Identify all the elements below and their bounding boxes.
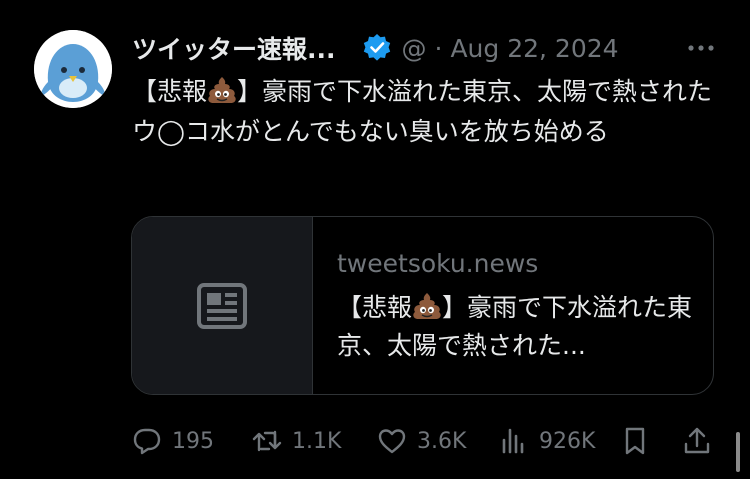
card-title-prefix: 【悲報 (337, 293, 413, 322)
pile-of-poo-emoji (413, 293, 441, 319)
author-name[interactable]: ツイッター速報... (132, 30, 336, 66)
repost-icon (252, 430, 282, 452)
reply-count: 195 (172, 428, 214, 454)
pile-of-poo-emoji (208, 77, 236, 103)
bookmark-icon (625, 427, 645, 455)
like-icon (378, 429, 406, 454)
reply-button[interactable]: 195 (132, 422, 214, 460)
tweet-header: ツイッター速報... @ · Aug 22, 2024 (132, 28, 732, 68)
views-count: 926K (539, 428, 596, 454)
share-icon (684, 427, 710, 454)
avatar[interactable] (34, 30, 112, 108)
card-thumbnail (132, 217, 313, 394)
action-bar: 195 1.1K 3.6K 926K (132, 422, 722, 460)
tweet-text: 【悲報 】豪雨で下水溢れた東京、太陽で熱されたウ◯コ水がとんでもない臭いを放ち始… (132, 72, 722, 152)
repost-count: 1.1K (292, 428, 342, 454)
share-button[interactable] (682, 422, 712, 460)
like-count: 3.6K (417, 428, 467, 454)
card-domain: tweetsoku.news (337, 249, 539, 278)
author-handle[interactable]: @ (402, 34, 427, 63)
bird-avatar-icon (34, 30, 112, 108)
reply-icon (133, 428, 161, 455)
link-card[interactable]: tweetsoku.news 【悲報 】豪雨で下水溢れた東京、太陽で熱された..… (131, 216, 714, 395)
bookmark-button[interactable] (620, 422, 650, 460)
separator-dot: · (434, 33, 443, 63)
tweet-date[interactable]: Aug 22, 2024 (450, 34, 618, 63)
like-button[interactable]: 3.6K (377, 422, 466, 460)
newspaper-icon (197, 282, 247, 329)
views-button[interactable]: 926K (499, 422, 595, 460)
more-icon[interactable] (684, 38, 718, 58)
verified-badge-icon (363, 34, 390, 61)
scrollbar[interactable] (736, 432, 740, 472)
repost-button[interactable]: 1.1K (252, 422, 341, 460)
tweet-text-prefix: 【悲報 (132, 77, 208, 106)
views-icon (502, 428, 524, 454)
card-title: 【悲報 】豪雨で下水溢れた東京、太陽で熱された... (337, 289, 697, 365)
